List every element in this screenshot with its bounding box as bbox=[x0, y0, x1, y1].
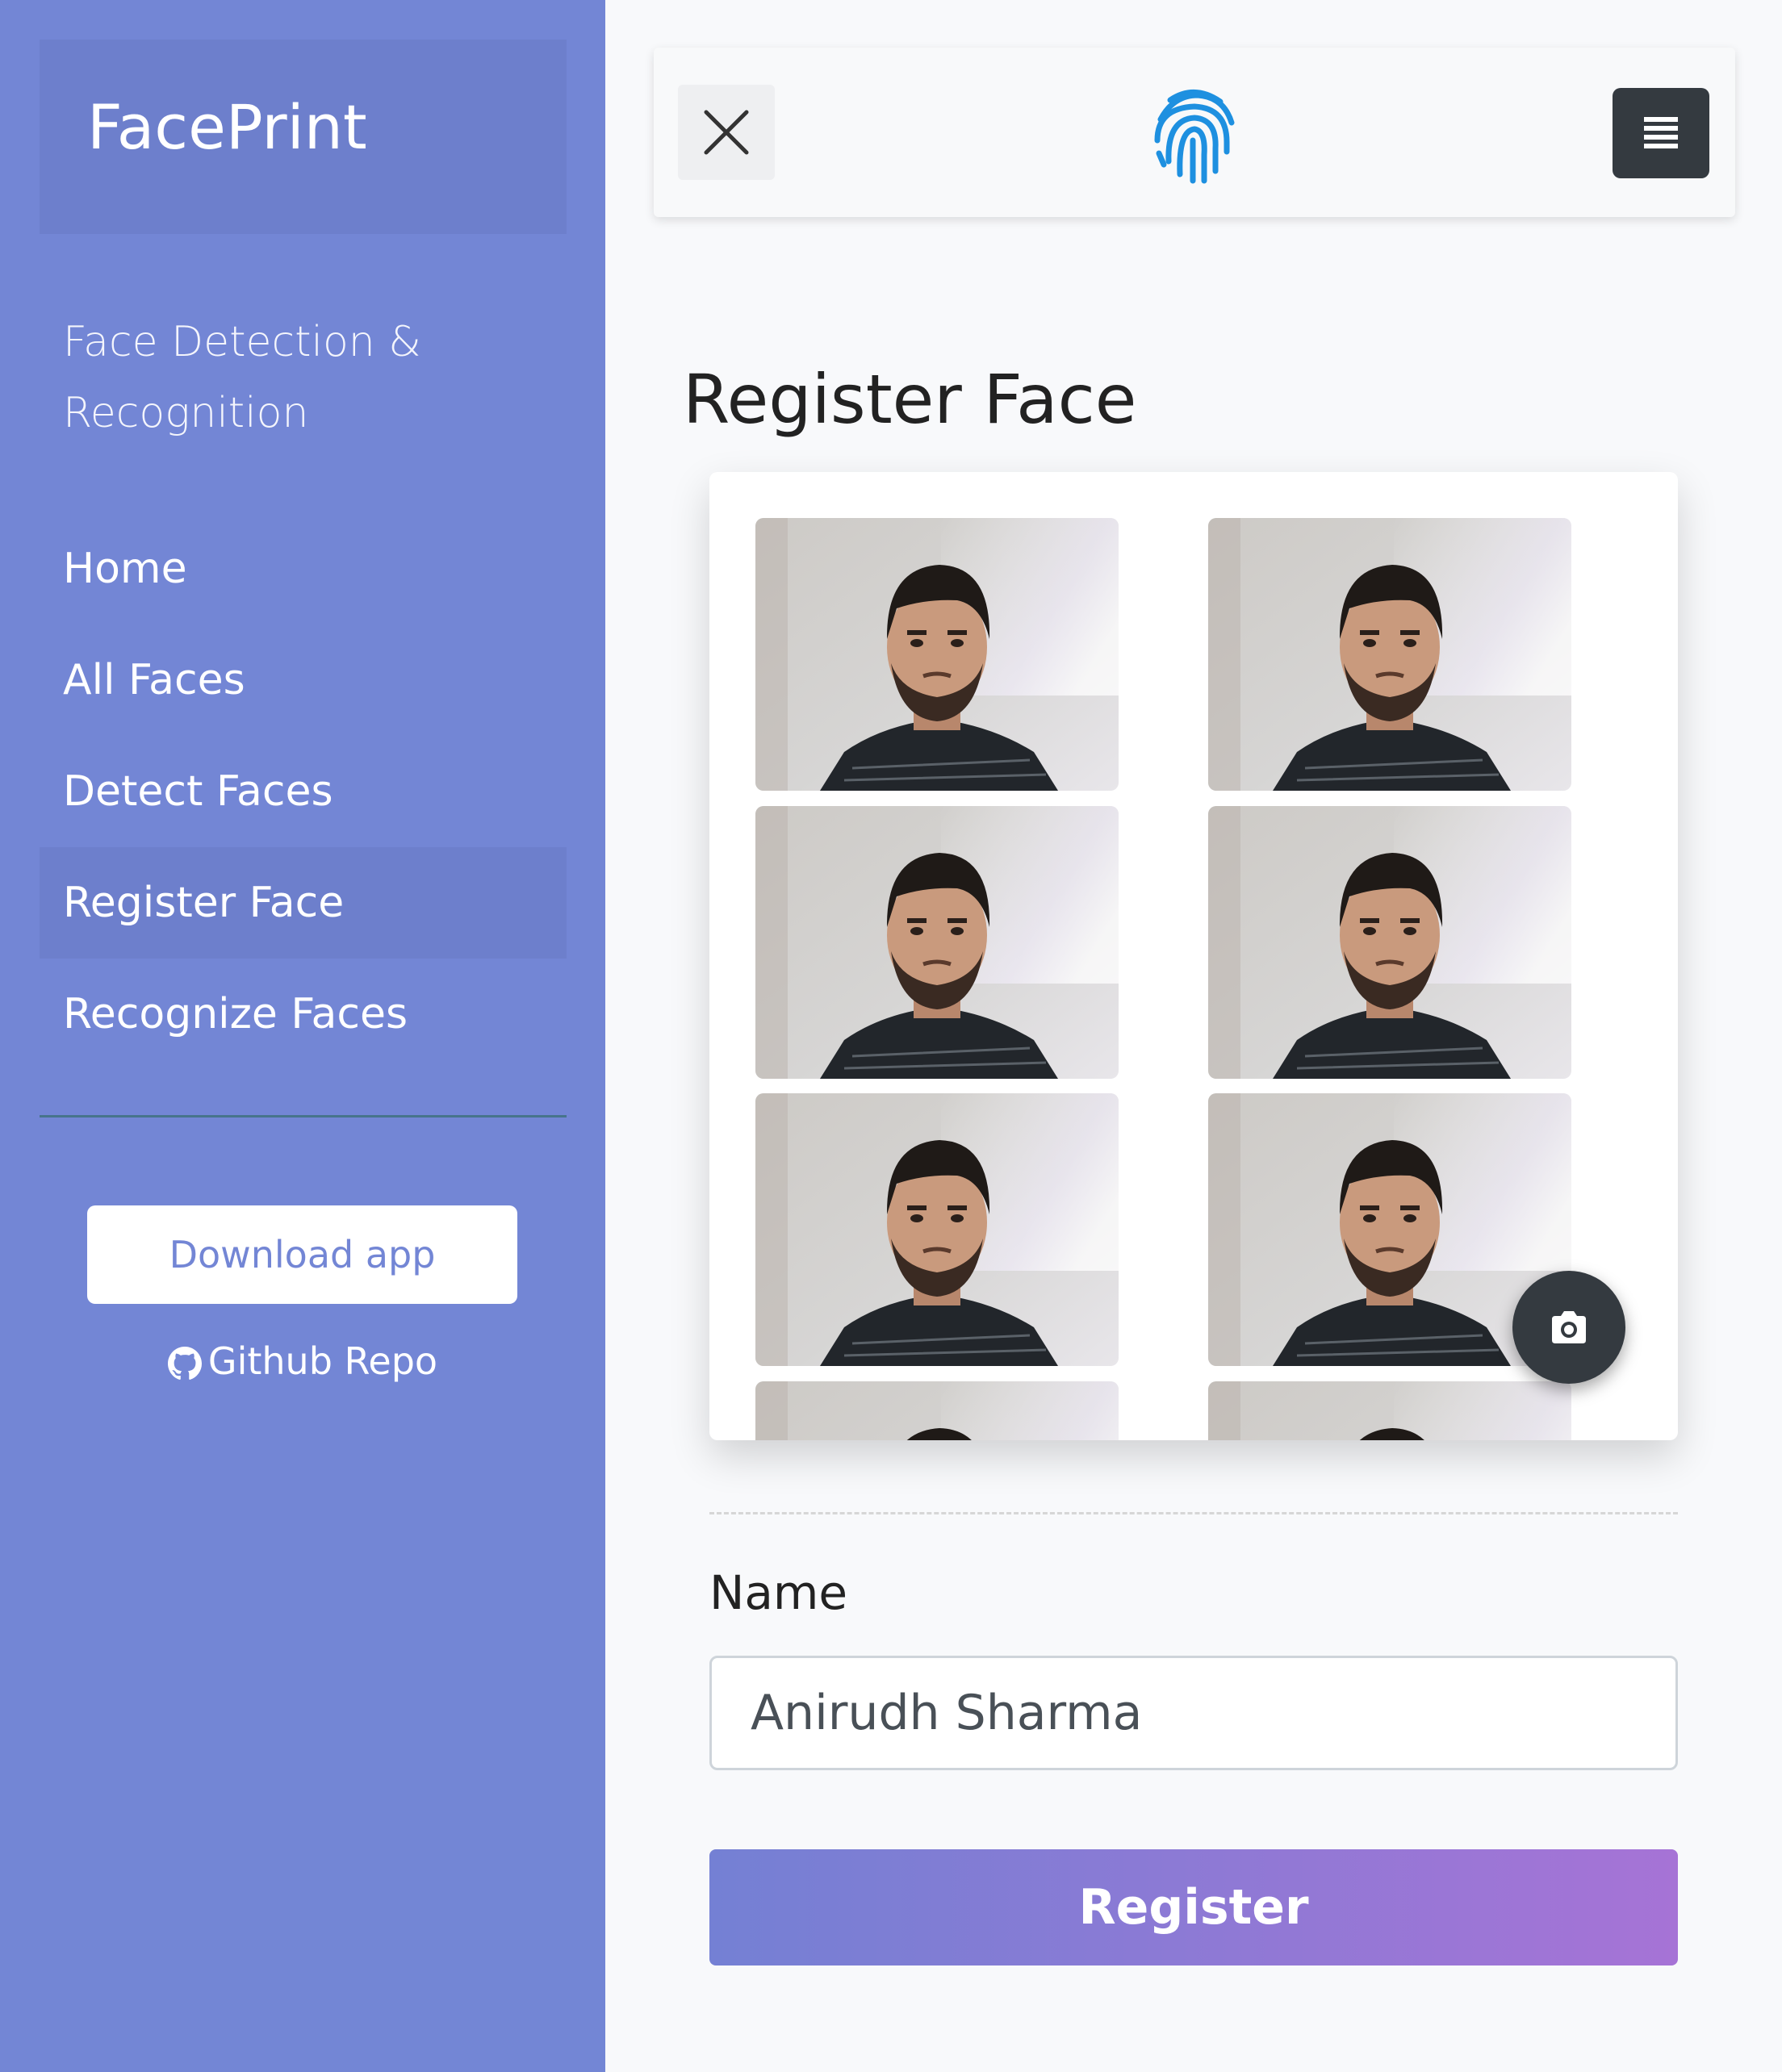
close-sidebar-button[interactable] bbox=[678, 85, 775, 180]
sidebar-nav: Home All Faces Detect Faces Register Fac… bbox=[40, 513, 567, 1070]
sidebar-description: Face Detection & Recognition bbox=[63, 318, 421, 437]
captured-photo[interactable] bbox=[1208, 806, 1571, 1079]
captured-photo[interactable] bbox=[755, 518, 1119, 791]
sidebar-item-all-faces[interactable]: All Faces bbox=[40, 625, 567, 736]
top-navbar bbox=[654, 48, 1735, 217]
captured-photo[interactable] bbox=[1208, 518, 1571, 791]
menu-icon bbox=[1644, 117, 1678, 148]
fingerprint-icon[interactable] bbox=[1146, 84, 1243, 184]
sidebar-divider bbox=[40, 1115, 567, 1117]
sidebar-item-home[interactable]: Home bbox=[40, 513, 567, 625]
github-repo-link[interactable]: Github Repo bbox=[0, 1339, 605, 1383]
sidebar-item-detect-faces[interactable]: Detect Faces bbox=[40, 736, 567, 847]
name-label: Name bbox=[709, 1565, 848, 1620]
form-divider bbox=[709, 1512, 1678, 1514]
captured-photo[interactable] bbox=[755, 806, 1119, 1079]
page-title: Register Face bbox=[683, 360, 1137, 439]
brand-title[interactable]: FacePrint bbox=[40, 40, 567, 234]
menu-toggle-button[interactable] bbox=[1613, 88, 1709, 178]
captured-photo[interactable] bbox=[755, 1093, 1119, 1366]
github-label: Github Repo bbox=[207, 1339, 438, 1383]
captured-photo[interactable] bbox=[755, 1381, 1119, 1440]
capture-photo-button[interactable] bbox=[1512, 1271, 1625, 1384]
github-icon bbox=[167, 1347, 202, 1380]
sidebar: FacePrint Face Detection & Recognition H… bbox=[0, 0, 605, 2072]
camera-icon bbox=[1552, 1311, 1586, 1343]
close-icon bbox=[704, 110, 749, 155]
name-input[interactable] bbox=[709, 1656, 1678, 1770]
register-button[interactable]: Register bbox=[709, 1849, 1678, 1965]
sidebar-item-recognize-faces[interactable]: Recognize Faces bbox=[40, 959, 567, 1070]
sidebar-item-register-face[interactable]: Register Face bbox=[40, 847, 567, 959]
captured-photo[interactable] bbox=[1208, 1381, 1571, 1440]
download-app-button[interactable]: Download app bbox=[87, 1205, 517, 1304]
